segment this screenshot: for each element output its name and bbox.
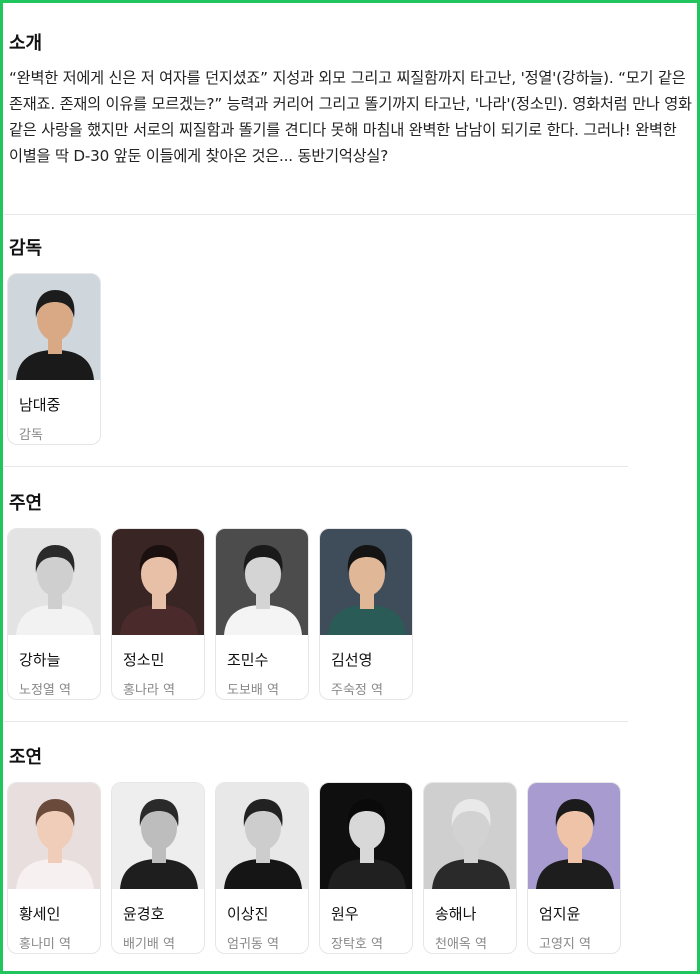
profile-photo[interactable]	[8, 783, 100, 889]
person-role: 감독	[19, 428, 43, 443]
profile-photo[interactable]	[424, 783, 516, 889]
person-role: 홍나라 역	[123, 683, 175, 698]
person-info: 엄지윤고영지 역	[528, 889, 620, 952]
person-role: 홍나미 역	[19, 937, 71, 952]
profile-photo[interactable]	[112, 783, 204, 889]
person-info: 강하늘노정열 역	[8, 635, 100, 698]
person-card[interactable]: 정소민홍나라 역	[111, 528, 205, 700]
person-card[interactable]: 남대중감독	[7, 273, 101, 445]
person-info: 김선영주숙정 역	[320, 635, 412, 698]
person-info: 이상진엄귀동 역	[216, 889, 308, 952]
person-card[interactable]: 윤경호배기배 역	[111, 782, 205, 954]
person-role: 노정열 역	[19, 683, 71, 698]
person-name[interactable]: 송해나	[435, 903, 516, 924]
person-role: 주숙정 역	[331, 683, 383, 698]
person-card[interactable]: 조민수도보배 역	[215, 528, 309, 700]
person-info: 황세인홍나미 역	[8, 889, 100, 952]
support-cast-list: 황세인 홍나미 역 윤경호 배기배 역 이상진 엄귀동 역 원우 장탁호 역 송해나 천애옥 역엄…	[7, 782, 621, 954]
intro-text: “완벽한 저에게 신은 저 여자를 던지셨죠” 지성과 외모 그리고 찌질함까지…	[9, 69, 692, 165]
person-role: 고영지 역	[539, 937, 591, 952]
person-name[interactable]: 정소민	[123, 649, 204, 670]
person-info: 남대중감독	[8, 380, 100, 443]
profile-photo[interactable]	[8, 529, 100, 635]
profile-photo[interactable]	[8, 274, 100, 380]
person-name[interactable]: 엄지윤	[539, 903, 620, 924]
person-name[interactable]: 이상진	[227, 903, 308, 924]
profile-photo[interactable]	[528, 783, 620, 889]
profile-photo[interactable]	[216, 783, 308, 889]
person-role: 천애옥 역	[435, 937, 487, 952]
person-card[interactable]: 송해나천애옥 역	[423, 782, 517, 954]
divider	[4, 721, 628, 722]
divider	[4, 466, 628, 467]
profile-photo[interactable]	[320, 529, 412, 635]
divider	[4, 214, 696, 215]
person-card[interactable]: 원우장탁호 역	[319, 782, 413, 954]
person-name[interactable]: 원우	[331, 903, 412, 924]
person-card[interactable]: 황세인홍나미 역	[7, 782, 101, 954]
person-card[interactable]: 김선영주숙정 역	[319, 528, 413, 700]
profile-photo[interactable]	[112, 529, 204, 635]
person-card[interactable]: 이상진엄귀동 역	[215, 782, 309, 954]
person-info: 조민수도보배 역	[216, 635, 308, 698]
person-name[interactable]: 김선영	[331, 649, 412, 670]
person-info: 정소민홍나라 역	[112, 635, 204, 698]
person-card[interactable]: 엄지윤고영지 역	[527, 782, 621, 954]
person-role: 도보배 역	[227, 683, 279, 698]
profile-photo[interactable]	[216, 529, 308, 635]
person-name[interactable]: 조민수	[227, 649, 308, 670]
lead-cast-list: 강하늘 노정열 역 정소민 홍나라 역 조민수 도보배 역 김선영 주숙정 역	[7, 528, 413, 700]
support-title: 조연	[9, 747, 43, 768]
person-info: 윤경호배기배 역	[112, 889, 204, 952]
person-info: 송해나천애옥 역	[424, 889, 516, 952]
lead-title: 주연	[9, 493, 43, 514]
person-card[interactable]: 강하늘노정열 역	[7, 528, 101, 700]
person-role: 장탁호 역	[331, 937, 383, 952]
person-name[interactable]: 강하늘	[19, 649, 100, 670]
director-title: 감독	[9, 238, 43, 259]
person-name[interactable]: 윤경호	[123, 903, 204, 924]
profile-photo[interactable]	[320, 783, 412, 889]
person-name[interactable]: 황세인	[19, 903, 100, 924]
director-list: 남대중감독	[7, 273, 101, 445]
person-role: 배기배 역	[123, 937, 175, 952]
person-info: 원우장탁호 역	[320, 889, 412, 952]
intro-title: 소개	[9, 33, 43, 54]
person-name[interactable]: 남대중	[19, 394, 100, 415]
person-role: 엄귀동 역	[227, 937, 279, 952]
